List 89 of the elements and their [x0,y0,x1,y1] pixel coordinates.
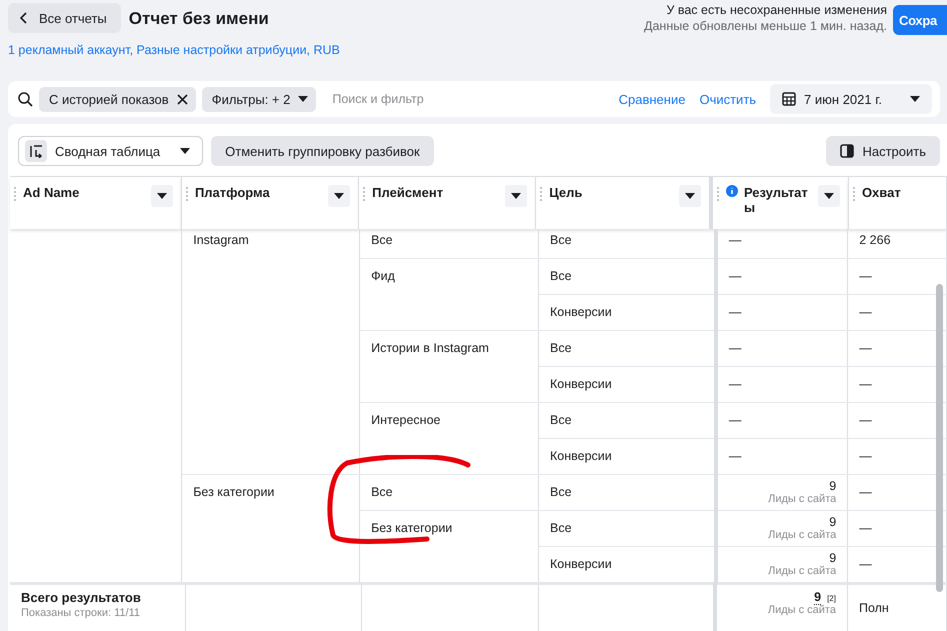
search-field[interactable]: Поиск и фильтр [330,91,534,107]
caret-icon [824,193,834,199]
column-menu-button[interactable] [150,185,173,207]
reach-cell: — [859,449,872,463]
total-label: Всего результатов [21,589,142,605]
goal-cell: Конверсии [550,449,612,463]
reach-cell: — [859,521,872,535]
caret-icon [298,96,308,102]
close-icon[interactable] [176,94,188,104]
info-icon[interactable] [726,185,738,197]
caret-icon [910,96,920,102]
result-value: 9 [829,515,836,529]
goal-cell: Все [550,233,572,247]
column-header[interactable]: Результаты [744,185,812,215]
updated-notice: Данные обновлены меньше 1 мин. назад. [644,19,887,33]
unsaved-notice: У вас есть несохраненные изменения [666,3,887,17]
account-settings-link[interactable]: 1 рекламный аккаунт, Разные настройки атрибуции, RUB [8,43,340,57]
placement-cell: Все [371,233,393,247]
caret-icon [511,193,522,199]
reach-cell: — [859,377,872,391]
result-value: — [728,449,742,463]
caret-icon [334,193,344,199]
placement-cell: Без категории [371,521,452,535]
placement-cell: Интересное [371,413,440,427]
reach-cell: — [859,557,872,571]
column-header[interactable]: Ad Name [23,185,145,200]
reach-cell: — [859,413,872,427]
caret-icon [156,193,167,199]
reach-cell: — [859,341,872,355]
view-select[interactable]: Сводная таблица [18,136,204,166]
toolbar-link[interactable]: Сравнение [618,92,686,106]
goal-cell: Все [550,341,572,355]
back-button[interactable]: Все отчеты [8,3,121,33]
result-value: — [728,341,742,355]
pivot-table-icon [30,144,42,158]
scrollbar-thumb[interactable] [936,284,943,592]
result-value: — [728,413,742,427]
filter-chip[interactable]: Фильтры: + 2 [202,86,316,112]
goal-cell: Конверсии [550,305,612,319]
filter-chip[interactable]: С историей показов [39,86,196,112]
goal-cell: Все [550,521,572,535]
chevron-left-icon [20,12,27,24]
column-header[interactable]: Платформа [194,185,322,200]
caret-icon [684,193,695,199]
result-value: — [728,269,742,283]
placement-cell: Фид [371,269,395,283]
reach-cell: 2 266 [859,233,891,247]
save-button[interactable]: Сохра [893,5,947,35]
result-value: 9 [829,551,836,565]
goal-cell: Конверсии [550,377,612,391]
reach-cell: — [859,305,872,319]
result-label: Лиды с сайта [768,565,836,577]
result-value: — [728,377,742,391]
platform-cell: Instagram [193,233,249,247]
columns-icon [840,144,854,158]
rows-shown-label: Показаны строки: 11/11 [21,607,140,619]
result-value: 9 [829,479,836,493]
total-result-value: 9 [814,590,822,605]
result-value: — [728,233,742,247]
caret-icon [180,148,190,154]
ungroup-button[interactable]: Отменить группировку разбивок [211,136,434,166]
column-header[interactable]: Цель [549,185,673,200]
column-menu-button[interactable] [328,185,350,207]
report-title: Отчет без имени [128,9,269,29]
reach-cell: Полн [858,601,889,615]
result-label: Лиды с сайта [768,493,836,505]
reach-cell: — [859,269,872,283]
column-menu-button[interactable] [818,185,840,207]
placement-cell: Истории в Instagram [371,341,489,355]
goal-cell: Конверсии [550,557,612,571]
platform-cell: Без категории [193,485,274,499]
search-icon [18,92,33,106]
goal-cell: Все [550,413,572,427]
goal-cell: Все [550,485,572,499]
footnote-mark: [2] [827,594,836,603]
result-value: — [728,305,742,319]
column-menu-button[interactable] [678,185,701,207]
result-label: Лиды с сайта [768,529,836,541]
column-header[interactable]: Охват [862,185,938,200]
date-picker[interactable]: 7 июн 2021 г. [770,84,932,114]
column-menu-button[interactable] [505,185,528,207]
result-label: Лиды с сайта [768,604,836,616]
column-header[interactable]: Плейсмент [372,185,500,200]
placement-cell: Все [371,485,393,499]
calendar-icon [782,92,796,106]
toolbar-link[interactable]: Очистить [699,92,756,106]
reach-cell: — [859,485,872,499]
customize-button[interactable]: Настроить [826,136,940,166]
goal-cell: Все [550,269,572,283]
